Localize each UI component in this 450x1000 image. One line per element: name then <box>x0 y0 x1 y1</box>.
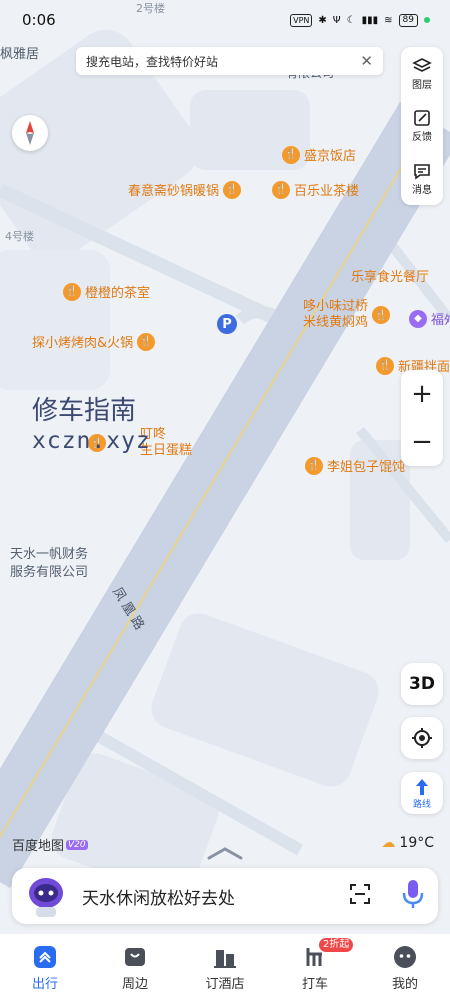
poi-lexiang[interactable]: 乐享食光餐厅 <box>351 266 429 285</box>
3d-button[interactable]: 3D <box>401 663 443 705</box>
dnd-icon: ☾ <box>346 14 356 26</box>
feedback-button[interactable]: 反馈 <box>412 108 432 143</box>
zoom-out-button[interactable]: − <box>411 427 433 457</box>
poi-shengjing[interactable]: 🍴 盛京饭店 <box>282 145 356 164</box>
restaurant-icon: 🍴 <box>272 180 290 199</box>
profile-icon <box>394 946 416 968</box>
building-label: 4号楼 <box>5 230 34 243</box>
tab-travel[interactable]: 出行 <box>5 944 85 992</box>
poi-bailey[interactable]: 🍴 百乐业茶楼 <box>272 180 359 199</box>
locate-icon <box>412 728 432 748</box>
poi-duoxiaowei[interactable]: 🍴 哆小味过桥 米线黄焖鸡 <box>303 299 391 331</box>
locate-button[interactable] <box>401 717 443 759</box>
poi-fuwu-partial[interactable]: ◆ 福ﾀ <box>409 309 450 328</box>
indicator-dot <box>424 17 430 23</box>
compass-icon[interactable] <box>12 115 48 151</box>
poi-lijie[interactable]: 🍴 李姐包子馄饨 <box>305 456 405 475</box>
voice-search-bar[interactable]: 天水休闲放松好去处 <box>12 868 438 924</box>
layers-icon <box>412 57 432 72</box>
query-text: 天水休闲放松好去处 <box>82 888 235 909</box>
layers-button[interactable]: 图层 <box>412 56 432 91</box>
travel-icon <box>34 946 56 968</box>
place-label-fengyaju: 枫雅居 <box>0 47 40 62</box>
tab-taxi[interactable]: 2折起 打车 <box>275 938 355 992</box>
restaurant-icon: 🍴 <box>305 456 323 475</box>
assistant-avatar[interactable] <box>26 873 66 919</box>
wifi-icon: ≋ <box>384 14 393 26</box>
close-icon[interactable]: ✕ <box>360 52 373 70</box>
signal-icon: ▮▮▮ <box>361 14 379 26</box>
restaurant-icon: 🍴 <box>223 180 242 199</box>
message-icon <box>414 164 430 180</box>
watermark: 修车指南 xczn.xyz <box>32 396 151 454</box>
restaurant-icon: 🍴 <box>376 356 394 375</box>
side-panel: 图层 反馈 消息 <box>401 47 443 205</box>
battery-icon: 89 <box>398 13 418 27</box>
status-time: 0:06 <box>22 11 56 29</box>
restaurant-icon: 🍴 <box>63 282 81 301</box>
poi-tanxiao[interactable]: 🍴 探小烤烤肉&火锅 <box>32 332 156 351</box>
discount-badge: 2折起 <box>319 938 354 952</box>
route-arrow-icon <box>416 778 428 795</box>
poi-chunyi[interactable]: 🍴 春意斋砂锅暖锅 <box>128 180 242 199</box>
nearby-icon <box>125 948 145 966</box>
shop-icon: ◆ <box>409 309 427 328</box>
zoom-in-button[interactable]: + <box>411 379 433 409</box>
parking-icon[interactable]: P <box>217 314 237 334</box>
search-banner-text: 搜充电站，查找特价好站 <box>86 54 219 69</box>
weather-widget[interactable]: ☁ 19°C <box>381 835 434 851</box>
messages-button[interactable]: 消息 <box>412 161 432 196</box>
microphone-icon[interactable] <box>400 878 426 914</box>
search-banner[interactable]: 搜充电站，查找特价好站 ✕ <box>76 47 383 75</box>
chevron-up-icon[interactable] <box>207 845 243 864</box>
place-label-company: 天水一帆财务 服务有限公司 <box>10 547 89 580</box>
tab-nearby[interactable]: 周边 <box>95 944 175 992</box>
tab-mine[interactable]: 我的 <box>365 944 445 992</box>
bottom-tab-bar: 出行 周边 订酒店 2折起 打车 我的 <box>0 934 450 1000</box>
hotel-icon <box>214 950 236 968</box>
zoom-controls: + − <box>401 370 443 466</box>
restaurant-icon: 🍴 <box>137 332 156 351</box>
nfc-icon: Ψ <box>332 14 341 26</box>
poi-chengcheng[interactable]: 🍴 橙橙的茶室 <box>63 282 150 301</box>
status-bar: 0:06 VPN ✱ Ψ ☾ ▮▮▮ ≋ 89 <box>0 0 450 40</box>
status-icons: VPN ✱ Ψ ☾ ▮▮▮ ≋ 89 <box>290 13 430 27</box>
feedback-icon <box>414 110 430 127</box>
vpn-icon: VPN <box>290 13 313 27</box>
weather-cloud-icon: ☁ <box>381 835 396 851</box>
scan-icon[interactable] <box>348 882 372 910</box>
restaurant-icon: 🍴 <box>282 145 300 164</box>
tab-hotel[interactable]: 订酒店 <box>185 944 265 992</box>
baidu-map-logo: 百度地图 V20 <box>12 839 88 854</box>
route-button[interactable]: 路线 <box>401 772 443 814</box>
restaurant-icon: 🍴 <box>372 306 391 324</box>
bluetooth-icon: ✱ <box>318 14 327 26</box>
